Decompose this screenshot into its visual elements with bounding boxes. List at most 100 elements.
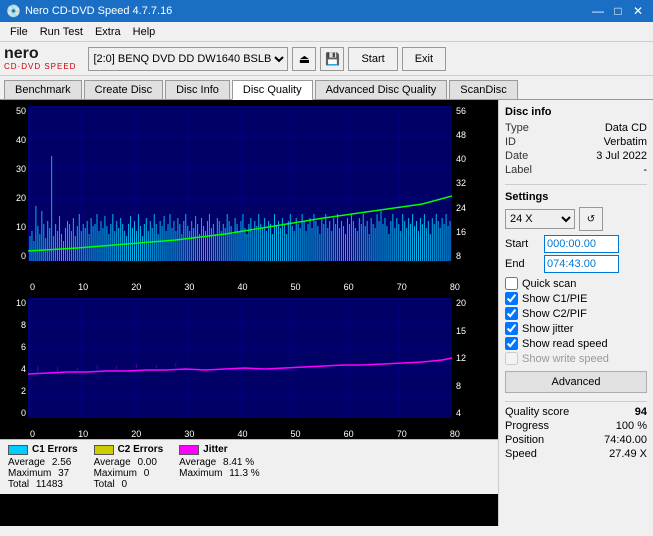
start-label: Start [505, 238, 540, 250]
disc-label-value: - [643, 164, 647, 176]
c1-max-value: 37 [58, 468, 69, 479]
show-c2-label: Show C2/PIF [522, 308, 587, 320]
disc-label-label: Label [505, 164, 532, 176]
eject-button[interactable]: ⏏ [292, 47, 316, 71]
quick-scan-checkbox[interactable] [505, 277, 518, 290]
c2-avg-value: 0.00 [137, 457, 156, 468]
menu-help[interactable]: Help [127, 24, 162, 40]
speed-info-label: Speed [505, 448, 537, 460]
disc-info-title: Disc info [505, 106, 647, 118]
lower-chart-container: 10 8 6 4 2 0 [0, 298, 490, 428]
show-c2-checkbox[interactable] [505, 307, 518, 320]
position-row: Position 74:40.00 [505, 434, 647, 446]
c2-label: C2 Errors [118, 444, 164, 455]
c1-avg-value: 2.56 [52, 457, 71, 468]
disc-id-row: ID Verbatim [505, 136, 647, 148]
maximize-button[interactable]: □ [609, 3, 627, 19]
speed-row: 24 X ↺ [505, 207, 647, 231]
lower-y-axis-right: 20 15 12 8 4 [454, 298, 490, 418]
quick-scan-row: Quick scan [505, 277, 647, 290]
lower-chart [28, 298, 452, 418]
progress-value: 100 % [616, 420, 647, 432]
speed-info-row: Speed 27.49 X [505, 448, 647, 460]
speed-select[interactable]: 24 X [505, 209, 575, 229]
lower-y-axis-left: 10 8 6 4 2 0 [0, 298, 28, 418]
show-c2-row: Show C2/PIF [505, 307, 647, 320]
close-button[interactable]: ✕ [629, 3, 647, 19]
lower-x-axis: 0 10 20 30 40 50 60 70 80 [0, 428, 498, 439]
title-bar-controls: — □ ✕ [589, 3, 647, 19]
show-jitter-label: Show jitter [522, 323, 573, 335]
disc-id-label: ID [505, 136, 516, 148]
show-c1-checkbox[interactable] [505, 292, 518, 305]
start-time-input[interactable] [544, 235, 619, 253]
quick-scan-label: Quick scan [522, 278, 576, 290]
show-read-speed-row: Show read speed [505, 337, 647, 350]
show-write-speed-label: Show write speed [522, 353, 609, 365]
menu-extra[interactable]: Extra [89, 24, 127, 40]
tab-scan-disc[interactable]: ScanDisc [449, 80, 517, 99]
progress-row: Progress 100 % [505, 420, 647, 432]
logo-subtitle: CD·DVD SPEED [4, 62, 76, 71]
divider-1 [505, 184, 647, 185]
end-time-input[interactable] [544, 255, 619, 273]
position-label: Position [505, 434, 544, 446]
progress-label: Progress [505, 420, 549, 432]
end-time-row: End [505, 255, 647, 273]
show-jitter-checkbox[interactable] [505, 322, 518, 335]
end-label: End [505, 258, 540, 270]
c2-legend: C2 Errors Average 0.00 Maximum 0 Total 0 [94, 444, 164, 490]
c1-max-label: Maximum [8, 468, 51, 479]
disc-info-section: Disc info Type Data CD ID Verbatim Date … [505, 106, 647, 176]
minimize-button[interactable]: — [589, 3, 607, 19]
start-time-row: Start [505, 235, 647, 253]
app-title: Nero CD-DVD Speed 4.7.7.16 [25, 5, 172, 17]
c1-color-box [8, 445, 28, 455]
divider-2 [505, 401, 647, 402]
refresh-button[interactable]: ↺ [579, 207, 603, 231]
position-value: 74:40.00 [604, 434, 647, 446]
menu-run-test[interactable]: Run Test [34, 24, 89, 40]
tab-disc-quality[interactable]: Disc Quality [232, 80, 313, 100]
jitter-avg-label: Average [179, 457, 216, 468]
tab-benchmark[interactable]: Benchmark [4, 80, 82, 99]
show-c1-row: Show C1/PIE [505, 292, 647, 305]
show-read-speed-checkbox[interactable] [505, 337, 518, 350]
quality-score-value: 94 [635, 406, 647, 418]
start-button[interactable]: Start [348, 47, 397, 71]
c2-avg-label: Average [94, 457, 131, 468]
jitter-color-box [179, 445, 199, 455]
charts-panel: 50 40 30 20 10 0 [0, 100, 498, 526]
upper-y-axis-right: 56 48 40 32 24 16 8 [454, 106, 490, 261]
jitter-legend: Jitter Average 8.41 % Maximum 11.3 % [179, 444, 260, 490]
menu-file[interactable]: File [4, 24, 34, 40]
advanced-button[interactable]: Advanced [505, 371, 647, 393]
lower-chart-svg [28, 298, 452, 418]
toolbar: nero CD·DVD SPEED [2:0] BENQ DVD DD DW16… [0, 42, 653, 76]
upper-y-axis-left: 50 40 30 20 10 0 [0, 106, 28, 261]
disc-type-label: Type [505, 122, 529, 134]
c2-total-label: Total [94, 479, 115, 490]
jitter-label: Jitter [203, 444, 227, 455]
c2-total-value: 0 [121, 479, 127, 490]
menu-bar: File Run Test Extra Help [0, 22, 653, 42]
drive-select[interactable]: [2:0] BENQ DVD DD DW1640 BSLB [88, 47, 288, 71]
quality-score-row: Quality score 94 [505, 406, 647, 418]
disc-label-row: Label - [505, 164, 647, 176]
tabs: Benchmark Create Disc Disc Info Disc Qua… [0, 76, 653, 100]
main-content: 50 40 30 20 10 0 [0, 100, 653, 526]
upper-x-axis: 0 10 20 30 40 50 60 70 80 [0, 281, 498, 292]
jitter-max-value: 11.3 % [229, 468, 259, 479]
disc-date-label: Date [505, 150, 528, 162]
tab-advanced-disc-quality[interactable]: Advanced Disc Quality [315, 80, 448, 99]
exit-button[interactable]: Exit [402, 47, 446, 71]
tab-create-disc[interactable]: Create Disc [84, 80, 163, 99]
show-write-speed-checkbox[interactable] [505, 352, 518, 365]
save-button[interactable]: 💾 [320, 47, 344, 71]
quality-score-label: Quality score [505, 406, 569, 418]
show-jitter-row: Show jitter [505, 322, 647, 335]
disc-date-row: Date 3 Jul 2022 [505, 150, 647, 162]
tab-disc-info[interactable]: Disc Info [165, 80, 230, 99]
c2-max-value: 0 [144, 468, 150, 479]
c1-total-value: 11483 [36, 479, 63, 490]
